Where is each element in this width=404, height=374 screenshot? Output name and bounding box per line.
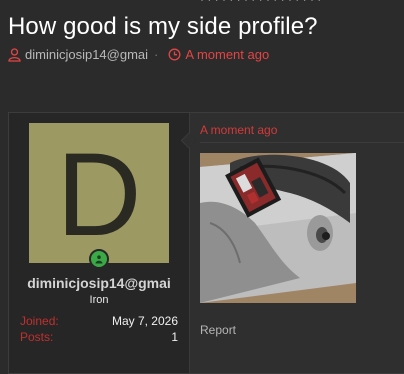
avatar-letter: D [56,129,142,261]
clipped-header-text: · · · · · · · · · · · · · · · · · [200,0,404,4]
post-username-link[interactable]: diminicjosip14@gmai [9,275,189,291]
post: D diminicjosip14@gmai Iron Joined: May 7… [8,112,404,374]
stat-label: Joined: [20,314,59,328]
thread-meta: diminicjosip14@gmai · A moment ago [8,47,269,62]
post-user-cell: D diminicjosip14@gmai Iron Joined: May 7… [9,113,190,373]
post-date-link[interactable]: A moment ago [200,123,277,137]
stat-value: 1 [171,330,178,344]
divider [200,142,404,143]
clock-icon [168,48,182,62]
user-icon [8,47,22,62]
thread-title: How good is my side profile? [8,13,318,40]
stat-label: Posts: [20,330,54,344]
stat-value: May 7, 2026 [111,314,178,328]
thread-date-text: A moment ago [185,47,270,62]
thread-date-link[interactable]: A moment ago [168,47,269,62]
online-status-icon [89,249,109,269]
stat-row-posts: Posts: 1 [20,330,178,344]
meta-separator: · [154,47,159,62]
thread-author-link[interactable]: diminicjosip14@gmai [25,47,148,62]
report-link[interactable]: Report [200,323,236,337]
user-rank-title: Iron [89,294,109,306]
stat-row-joined: Joined: May 7, 2026 [20,314,178,328]
attached-photo[interactable] [200,153,356,303]
avatar[interactable]: D [29,123,169,263]
